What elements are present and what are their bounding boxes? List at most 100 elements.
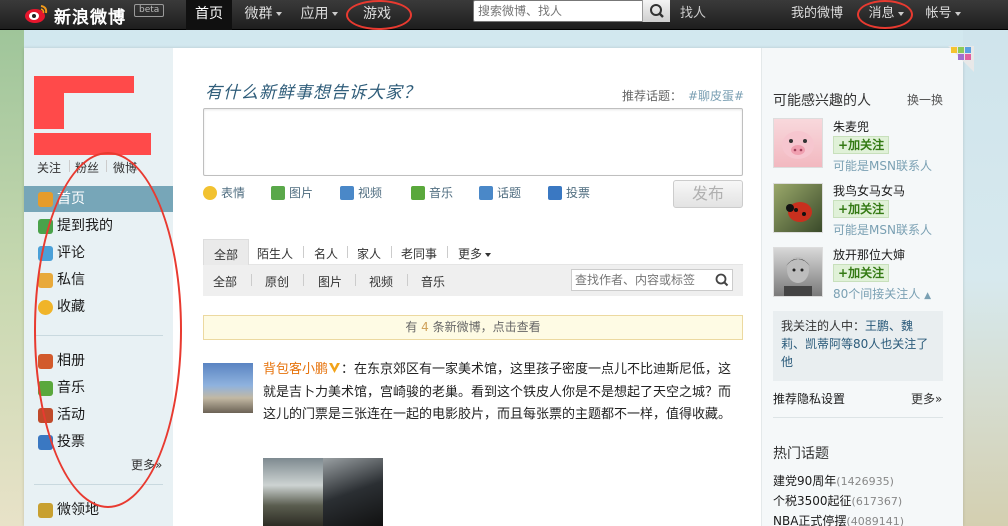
post-author-avatar[interactable] bbox=[203, 363, 253, 413]
post-image[interactable] bbox=[263, 458, 323, 526]
hot-topic-label: 个税3500起征 bbox=[773, 494, 852, 508]
post-image[interactable] bbox=[323, 458, 383, 526]
nav-apps-label: 应用 bbox=[300, 6, 329, 22]
filter-videos[interactable]: 视频 bbox=[369, 273, 393, 290]
hot-topic-item[interactable]: 建党90周年(1426935) bbox=[773, 472, 894, 489]
tool-label: 视频 bbox=[358, 186, 383, 200]
section-divider bbox=[773, 417, 943, 418]
territory-icon bbox=[38, 503, 53, 518]
verified-v-icon bbox=[329, 363, 341, 373]
background-right-decoration bbox=[963, 30, 1008, 526]
top-search-input[interactable] bbox=[478, 3, 638, 19]
hot-topic-count: (4089141) bbox=[846, 515, 904, 526]
tab-family[interactable]: 家人 bbox=[357, 245, 381, 262]
suggestion-reason: 可能是MSN联系人 bbox=[833, 223, 932, 237]
chevron-down-icon bbox=[954, 11, 961, 16]
filter-original[interactable]: 原创 bbox=[265, 273, 289, 290]
hot-topic-label: NBA正式停摆 bbox=[773, 514, 847, 526]
divider bbox=[447, 246, 448, 258]
tab-colleagues[interactable]: 老同事 bbox=[401, 245, 437, 262]
divider bbox=[303, 246, 304, 258]
feed-search-box bbox=[571, 269, 733, 291]
tool-video[interactable]: 视频 bbox=[340, 185, 382, 201]
divider bbox=[355, 274, 356, 286]
follow-button[interactable]: +加关注 bbox=[833, 200, 890, 218]
recommended-topic-link[interactable]: #聊皮蛋# bbox=[688, 87, 744, 104]
music-note-icon bbox=[411, 186, 425, 200]
divider bbox=[391, 246, 392, 258]
indirect-followers-label: 80个间接关注人 bbox=[833, 287, 921, 301]
username-redacted[interactable] bbox=[64, 76, 134, 93]
mutual-prefix: 我关注的人中： bbox=[781, 319, 866, 333]
plus-icon: + bbox=[838, 266, 849, 280]
refresh-suggestions-link[interactable]: 换一换 bbox=[907, 91, 943, 108]
avatar-redacted[interactable] bbox=[34, 76, 64, 129]
follow-label: 加关注 bbox=[848, 266, 885, 280]
suggested-user-name[interactable]: 我鸟女马女马 bbox=[833, 182, 905, 199]
chevron-up-icon: ▲ bbox=[924, 291, 932, 301]
tool-label: 表情 bbox=[221, 186, 246, 200]
skin-corner-icon[interactable] bbox=[948, 46, 974, 72]
recommended-topic-label: 推荐话题： bbox=[622, 89, 683, 103]
feed-search-input[interactable] bbox=[575, 272, 709, 288]
find-people-link[interactable]: 找人 bbox=[675, 0, 711, 30]
top-search-box bbox=[473, 0, 670, 22]
tool-emoji[interactable]: 表情 bbox=[203, 185, 245, 201]
nav-apps[interactable]: 应用 bbox=[294, 0, 344, 30]
publish-button[interactable]: 发布 bbox=[673, 180, 743, 208]
nav-groups[interactable]: 微群 bbox=[236, 0, 290, 30]
my-weibo-link[interactable]: 我的微博 bbox=[785, 0, 849, 30]
hot-topic-item[interactable]: NBA正式停摆(4089141) bbox=[773, 512, 904, 526]
hot-topic-item[interactable]: 个税3500起征(617367) bbox=[773, 492, 902, 509]
background-left-decoration bbox=[0, 30, 24, 526]
suggested-user-avatar[interactable] bbox=[773, 183, 823, 233]
privacy-settings-link[interactable]: 推荐隐私设置 bbox=[773, 390, 845, 407]
interest-title: 可能感兴趣的人 bbox=[773, 93, 871, 109]
suggested-user-avatar[interactable] bbox=[773, 118, 823, 168]
tab-more[interactable]: 更多 bbox=[458, 245, 492, 262]
nav-home[interactable]: 首页 bbox=[186, 0, 232, 30]
account-menu[interactable]: 帐号 bbox=[918, 0, 968, 30]
suggested-user-name[interactable]: 朱麦兜 bbox=[833, 118, 869, 135]
tool-label: 音乐 bbox=[429, 186, 454, 200]
suggested-user-name[interactable]: 放开那位大婶 bbox=[833, 246, 905, 263]
top-search-button[interactable] bbox=[642, 0, 670, 22]
tab-celebrities[interactable]: 名人 bbox=[314, 245, 338, 262]
follow-button[interactable]: +加关注 bbox=[833, 136, 890, 154]
mutual-follow-box: 我关注的人中：王鹏、魏莉、凯蒂阿等80人也关注了他 bbox=[773, 311, 943, 381]
annotation-circle-sidebar bbox=[34, 152, 182, 508]
follow-label: 加关注 bbox=[848, 138, 885, 152]
composer-textarea[interactable] bbox=[203, 108, 743, 176]
profile-info-redacted bbox=[34, 133, 151, 155]
search-icon[interactable] bbox=[712, 270, 733, 290]
more-link[interactable]: 更多» bbox=[911, 390, 942, 407]
tool-label: 话题 bbox=[497, 186, 522, 200]
divider bbox=[69, 160, 70, 172]
home-icon bbox=[38, 192, 53, 207]
new-posts-notice[interactable]: 有 4 条新微博，点击查看 bbox=[203, 315, 743, 340]
tool-poll[interactable]: 投票 bbox=[548, 185, 590, 201]
filter-music[interactable]: 音乐 bbox=[421, 273, 445, 290]
follow-count-label[interactable]: 关注 bbox=[37, 159, 61, 176]
suggested-user-avatar[interactable] bbox=[773, 247, 823, 297]
filter-all[interactable]: 全部 bbox=[213, 273, 237, 290]
hot-topic-count: (1426935) bbox=[836, 475, 894, 488]
tab-more-label: 更多 bbox=[458, 247, 483, 261]
tool-topic[interactable]: 话题 bbox=[479, 185, 521, 201]
indirect-followers-link[interactable]: 80个间接关注人 ▲ bbox=[833, 285, 931, 302]
plus-icon: + bbox=[838, 138, 849, 152]
post-body: 背包客小鹏 ：在东京郊区有一家美术馆，这里孩子密度一点儿不比迪斯尼低，这就是吉卜力… bbox=[263, 359, 741, 427]
plus-icon: + bbox=[838, 202, 849, 216]
notice-suffix: 条新微博，点击查看 bbox=[432, 320, 541, 334]
divider bbox=[347, 246, 348, 258]
chevron-down-icon bbox=[275, 12, 282, 16]
tab-strangers[interactable]: 陌生人 bbox=[257, 245, 293, 262]
follow-button[interactable]: +加关注 bbox=[833, 264, 890, 282]
tool-image[interactable]: 图片 bbox=[271, 185, 313, 201]
filter-images[interactable]: 图片 bbox=[318, 273, 342, 290]
chevron-down-icon bbox=[485, 252, 492, 257]
logo-text[interactable]: 新浪微博 bbox=[54, 3, 126, 28]
beta-badge: beta bbox=[134, 4, 165, 17]
post-author-link[interactable]: 背包客小鹏 bbox=[263, 362, 328, 377]
tool-music[interactable]: 音乐 bbox=[411, 185, 453, 201]
